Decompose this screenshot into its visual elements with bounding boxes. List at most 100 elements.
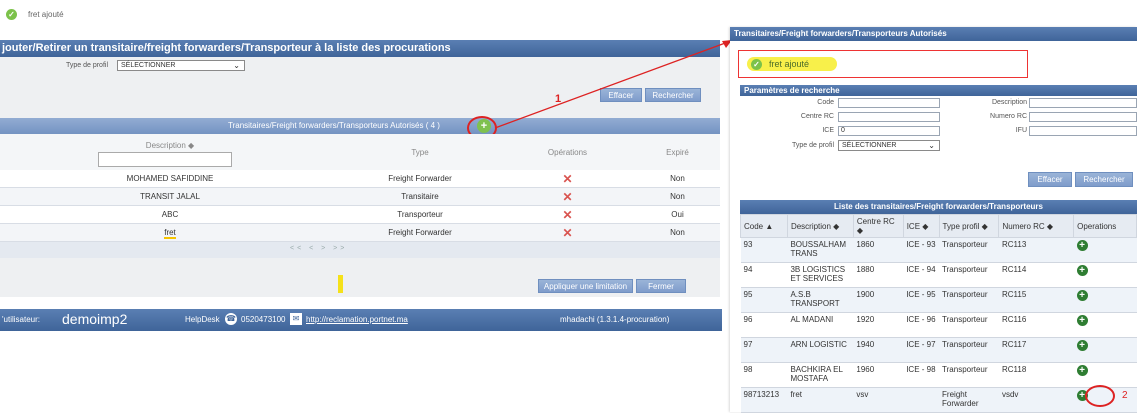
- footer-bar: 'utilisateur: demoimp2 HelpDesk ☎ 052047…: [0, 309, 722, 331]
- cell-centre: 1860: [853, 237, 904, 263]
- cell-centre: 1900: [853, 287, 904, 313]
- top-notice-text: fret ajouté: [28, 10, 64, 19]
- cell-description: 3B LOGISTICS ET SERVICES: [787, 262, 854, 288]
- delete-icon[interactable]: ✕: [500, 223, 635, 242]
- col-description[interactable]: Description ◆: [786, 214, 854, 238]
- annotation-label-2: 2: [1122, 390, 1128, 401]
- add-icon[interactable]: +: [1073, 362, 1137, 388]
- helpdesk-link[interactable]: http://reclamation.portnet.ma: [306, 315, 408, 324]
- check-icon: ✓: [6, 9, 17, 20]
- cell-code: 96: [740, 312, 788, 338]
- type-profil-label: Type de profil: [791, 142, 834, 149]
- highlight-circle-2: [1085, 385, 1115, 407]
- cell-rc: RC115: [998, 287, 1074, 313]
- table-row: MOHAMED SAFIDDINE Freight Forwarder ✕ No…: [0, 170, 720, 188]
- cell-description: fret: [787, 387, 854, 413]
- add-icon[interactable]: +: [1073, 237, 1137, 263]
- col-operations: Operations: [1073, 214, 1137, 238]
- add-icon[interactable]: +: [1073, 337, 1137, 363]
- cell-rc: vsdv: [998, 387, 1074, 413]
- cell-type: Transporteur: [939, 237, 999, 263]
- delete-icon[interactable]: ✕: [500, 170, 635, 188]
- row-expire: Non: [635, 170, 720, 188]
- ice-input[interactable]: 0: [838, 126, 940, 136]
- profile-select[interactable]: SÉLECTIONNER ⌄: [117, 60, 245, 71]
- col-type-profil[interactable]: Type profil ◆: [938, 214, 1000, 238]
- search-params-title: Paramètres de recherche: [740, 85, 1137, 96]
- row-expire: Non: [635, 223, 720, 242]
- cell-centre: 1960: [853, 362, 904, 388]
- col-centre-rc[interactable]: Centre RC ◆: [852, 214, 904, 238]
- row-description: fret: [0, 223, 340, 242]
- col-type: Type: [411, 148, 429, 157]
- cell-code: 94: [740, 262, 788, 288]
- cell-type: Transporteur: [939, 287, 999, 313]
- profile-label: Type de profil: [65, 62, 108, 69]
- cell-description: BACHKIRA EL MOSTAFA: [787, 362, 854, 388]
- description-input[interactable]: [1029, 98, 1137, 108]
- add-icon[interactable]: +: [1073, 262, 1137, 288]
- cell-ice: ICE - 97: [903, 337, 940, 363]
- numero-rc-label: Numero RC: [990, 113, 1027, 120]
- col-code[interactable]: Code ▲: [740, 214, 788, 238]
- right-dialog-title: Transitaires/Freight forwarders/Transpor…: [730, 27, 1137, 41]
- cell-code: 98713213: [740, 387, 788, 413]
- add-icon[interactable]: +: [1073, 312, 1137, 338]
- type-profil-value: SÉLECTIONNER: [842, 142, 897, 149]
- results-table: Code ▲ Description ◆ Centre RC ◆ ICE ◆ T…: [740, 214, 1137, 413]
- code-label: Code: [817, 99, 834, 106]
- table-row: 97 ARN LOGISTIC 1940 ICE - 97 Transporte…: [740, 337, 1137, 363]
- success-message-box: ✓ fret ajouté: [738, 50, 1028, 78]
- cell-ice: [903, 387, 940, 413]
- ice-label: ICE: [822, 127, 834, 134]
- col-description-label: Description: [145, 141, 186, 150]
- code-input[interactable]: [838, 98, 940, 108]
- numero-rc-input[interactable]: [1029, 112, 1137, 122]
- add-icon[interactable]: +: [1073, 287, 1137, 313]
- table-row: fret Freight Forwarder ✕ Non: [0, 223, 720, 242]
- highlighted-description: fret: [164, 228, 176, 239]
- cell-type: Transporteur: [939, 337, 999, 363]
- table-row: TRANSIT JALAL Transitaire ✕ Non: [0, 187, 720, 206]
- ifu-input[interactable]: [1029, 126, 1137, 136]
- cell-description: A.S.B TRANSPORT: [787, 287, 854, 313]
- cell-ice: ICE - 96: [903, 312, 940, 338]
- col-numero-rc[interactable]: Numero RC ◆: [998, 214, 1075, 238]
- annotation-arrow: [494, 40, 732, 129]
- cell-type: Freight Forwarder: [939, 387, 999, 413]
- phone-number: 0520473100: [241, 315, 286, 324]
- right-clear-button[interactable]: Effacer: [1028, 172, 1072, 187]
- chevron-down-icon: ⌄: [233, 61, 240, 70]
- col-ice[interactable]: ICE ◆: [902, 214, 940, 238]
- type-profil-select[interactable]: SÉLECTIONNER ⌄: [838, 140, 940, 151]
- cell-ice: ICE - 95: [903, 287, 940, 313]
- cell-centre: 1940: [853, 337, 904, 363]
- right-search-button[interactable]: Rechercher: [1075, 172, 1133, 187]
- cell-centre: 1880: [853, 262, 904, 288]
- cell-ice: ICE - 94: [903, 262, 940, 288]
- table-row: 96 AL MADANI 1920 ICE - 96 Transporteur …: [740, 312, 1137, 338]
- helpdesk-label: HelpDesk: [185, 315, 220, 324]
- table-row: 93 BOUSSALHAM TRANS 1860 ICE - 93 Transp…: [740, 237, 1137, 263]
- col-description[interactable]: Description ◆: [110, 141, 230, 150]
- col-operations: Opérations: [547, 148, 588, 157]
- delete-icon[interactable]: ✕: [500, 187, 635, 206]
- cell-rc: RC117: [998, 337, 1074, 363]
- profile-select-value: SÉLECTIONNER: [121, 62, 176, 69]
- cell-type: Transporteur: [939, 312, 999, 338]
- close-button[interactable]: Fermer: [636, 279, 686, 293]
- cell-centre: vsv: [853, 387, 904, 413]
- check-icon: ✓: [751, 59, 762, 70]
- description-filter-input[interactable]: [98, 152, 232, 167]
- cell-centre: 1920: [853, 312, 904, 338]
- row-description: ABC: [0, 205, 340, 224]
- apply-limit-button[interactable]: Appliquer une limitation: [538, 279, 633, 293]
- centre-rc-input[interactable]: [838, 112, 940, 122]
- table-row: ABC Transporteur ✕ Oui: [0, 205, 720, 224]
- cell-code: 98: [740, 362, 788, 388]
- delete-icon[interactable]: ✕: [500, 205, 635, 224]
- user-name: demoimp2: [62, 311, 128, 327]
- chevron-down-icon: ⌄: [928, 141, 935, 150]
- row-type: Transporteur: [340, 205, 500, 224]
- pager[interactable]: << < > >>: [290, 245, 347, 252]
